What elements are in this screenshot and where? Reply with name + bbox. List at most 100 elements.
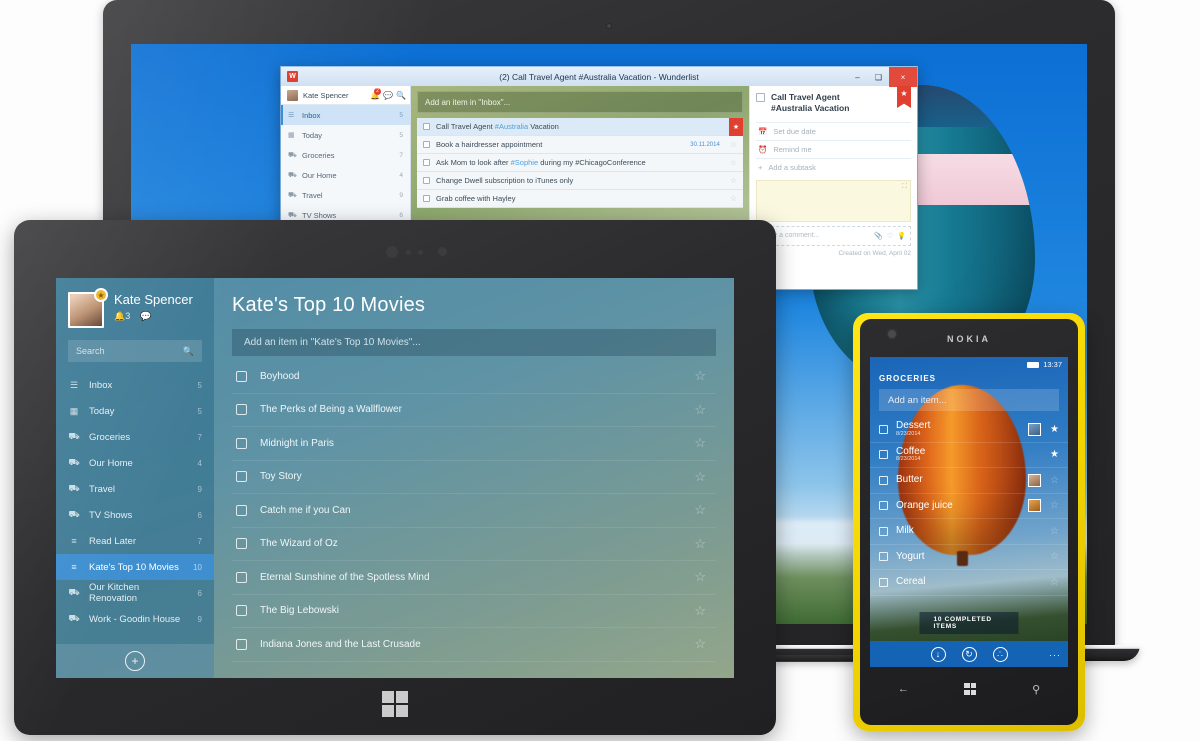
tablet-sidebar-item[interactable]: ≡ Kate's Top 10 Movies 10: [56, 554, 214, 580]
assignee-avatar[interactable]: [1028, 499, 1041, 513]
detail-comment-box[interactable]: Write a comment... 📎 ♡ 💡: [756, 225, 911, 246]
tablet-item-row[interactable]: The Wizard of Oz ☆: [232, 528, 716, 561]
star-icon[interactable]: ☆: [730, 176, 737, 185]
star-flag-icon[interactable]: ★: [897, 86, 911, 108]
star-icon[interactable]: ☆: [694, 435, 706, 451]
tablet-sidebar-item[interactable]: ⛟ Travel 9: [56, 476, 214, 502]
phone-item-row[interactable]: Butter ☆: [870, 468, 1068, 494]
item-checkbox[interactable]: [236, 571, 247, 583]
sync-icon[interactable]: ↻: [961, 646, 977, 662]
paperclip-icon[interactable]: 📎: [874, 232, 883, 240]
tablet-item-row[interactable]: The Big Lebowski ☆: [232, 595, 716, 628]
windows-home-button[interactable]: [382, 691, 408, 717]
tablet-item-row[interactable]: Catch me if you Can ☆: [232, 494, 716, 528]
tablet-item-row[interactable]: Midnight in Paris ☆: [232, 427, 716, 461]
item-checkbox[interactable]: [236, 538, 247, 550]
tablet-add-item-input[interactable]: Add an item in "Kate's Top 10 Movies"...: [232, 329, 716, 356]
tablet-sidebar-item[interactable]: ⛟ Work - Goodin House 9: [56, 606, 214, 632]
detail-due-date-row[interactable]: 📅 Set due date: [756, 121, 911, 140]
star-icon[interactable]: ★: [1049, 449, 1060, 460]
star-icon[interactable]: ☆: [1049, 526, 1060, 537]
item-checkbox[interactable]: [236, 370, 247, 382]
star-icon[interactable]: ☆: [694, 569, 706, 585]
detail-subtask-row[interactable]: + Add a subtask: [756, 157, 911, 176]
tablet-sidebar-item[interactable]: ☰ Inbox 5: [56, 372, 214, 398]
add-item-icon[interactable]: ↓: [930, 646, 946, 662]
phone-add-item-input[interactable]: Add an item...: [879, 389, 1059, 411]
minimize-button[interactable]: –: [847, 67, 868, 87]
star-icon[interactable]: ☆: [730, 194, 737, 203]
star-icon[interactable]: ☆: [694, 469, 706, 485]
desktop-account-row[interactable]: Kate Spencer 🔔 2 💬 🔍: [281, 86, 410, 105]
phone-item-row[interactable]: Cereal ☆: [870, 570, 1068, 596]
tablet-item-row[interactable]: Boyhood ☆: [232, 360, 716, 394]
item-checkbox[interactable]: [879, 501, 888, 511]
item-checkbox[interactable]: [236, 638, 247, 650]
task-checkbox[interactable]: [423, 195, 430, 202]
item-checkbox[interactable]: [879, 526, 888, 536]
star-icon[interactable]: ☆: [730, 140, 737, 149]
item-checkbox[interactable]: [236, 471, 247, 483]
star-icon[interactable]: ☆: [694, 402, 706, 418]
item-checkbox[interactable]: [236, 605, 247, 617]
tablet-sidebar-item[interactable]: ⛟ Our Kitchen Renovation 6: [56, 580, 214, 606]
desktop-sidebar-item[interactable]: ⛟ Travel 9: [281, 185, 410, 205]
tablet-sidebar-item[interactable]: ⛟ TV Shows 6: [56, 502, 214, 528]
close-button[interactable]: ×: [889, 67, 917, 87]
chat-icon[interactable]: 💬: [383, 91, 393, 100]
search-field[interactable]: Search 🔍: [68, 340, 202, 362]
chat-icon[interactable]: 💬: [140, 311, 151, 322]
search-input[interactable]: Search: [76, 346, 183, 356]
desktop-sidebar-item[interactable]: ▦ Today 5: [281, 125, 410, 145]
desktop-task-row[interactable]: Call Travel Agent #Australia Vacation ★: [417, 118, 743, 136]
share-icon[interactable]: ∴: [992, 646, 1008, 662]
star-icon[interactable]: ★: [1049, 424, 1060, 435]
bell-icon[interactable]: 🔔3: [114, 311, 130, 322]
item-checkbox[interactable]: [236, 404, 247, 416]
desktop-task-row[interactable]: Ask Mom to look after #Sophie during my …: [417, 154, 743, 172]
desktop-task-row[interactable]: Book a hairdresser appointment 30.11.2014…: [417, 136, 743, 154]
tablet-sidebar-item[interactable]: ▦ Today 5: [56, 398, 214, 424]
expand-icon[interactable]: ⛶: [902, 183, 907, 191]
item-checkbox[interactable]: [879, 424, 888, 434]
desktop-add-item-input[interactable]: Add an item in "Inbox"...: [417, 91, 743, 113]
search-icon[interactable]: 🔍: [396, 91, 406, 100]
phone-item-row[interactable]: Coffee 8/23/2014 ★: [870, 443, 1068, 468]
maximize-button[interactable]: ❑: [868, 67, 889, 87]
desktop-sidebar-item[interactable]: ⛟ Our Home 4: [281, 165, 410, 185]
tablet-item-row[interactable]: Eternal Sunshine of the Spotless Mind ☆: [232, 561, 716, 595]
completed-items-banner[interactable]: 10 COMPLETED ITEMS: [919, 612, 1019, 634]
item-checkbox[interactable]: [879, 552, 888, 562]
desktop-task-row[interactable]: Change Dwell subscription to iTunes only…: [417, 172, 743, 190]
tablet-item-row[interactable]: The Perks of Being a Wallflower ☆: [232, 394, 716, 427]
star-icon[interactable]: ☆: [1049, 475, 1060, 486]
desktop-sidebar-item[interactable]: ☰ Inbox 5: [281, 105, 410, 125]
heart-icon[interactable]: ♡: [887, 232, 893, 240]
task-checkbox[interactable]: [423, 177, 430, 184]
assignee-avatar[interactable]: [1028, 473, 1041, 487]
item-checkbox[interactable]: [879, 450, 888, 460]
star-icon[interactable]: ☆: [694, 536, 706, 552]
detail-checkbox[interactable]: [756, 93, 765, 102]
task-checkbox[interactable]: [423, 159, 430, 166]
phone-item-row[interactable]: Orange juice ☆: [870, 494, 1068, 519]
item-checkbox[interactable]: [236, 504, 247, 516]
star-flag-icon[interactable]: ★: [729, 118, 743, 136]
item-checkbox[interactable]: [879, 577, 888, 587]
search-icon[interactable]: ⚲: [1032, 683, 1040, 696]
task-checkbox[interactable]: [423, 123, 430, 130]
star-icon[interactable]: ☆: [1049, 551, 1060, 562]
star-icon[interactable]: ☆: [1049, 577, 1060, 588]
desktop-task-row[interactable]: Grab coffee with Hayley ☆: [417, 190, 743, 208]
back-icon[interactable]: ←: [898, 683, 909, 695]
star-icon[interactable]: ☆: [1049, 500, 1060, 511]
bulb-icon[interactable]: 💡: [897, 232, 906, 240]
assignee-avatar[interactable]: [1028, 422, 1041, 436]
window-titlebar[interactable]: W (2) Call Travel Agent #Australia Vacat…: [281, 66, 917, 87]
add-list-button[interactable]: +: [56, 644, 214, 678]
star-icon[interactable]: ☆: [694, 636, 706, 652]
star-icon[interactable]: ☆: [694, 368, 706, 384]
tablet-sidebar-item[interactable]: ⛟ Groceries 7: [56, 424, 214, 450]
star-icon[interactable]: ☆: [694, 603, 706, 619]
task-checkbox[interactable]: [423, 141, 430, 148]
